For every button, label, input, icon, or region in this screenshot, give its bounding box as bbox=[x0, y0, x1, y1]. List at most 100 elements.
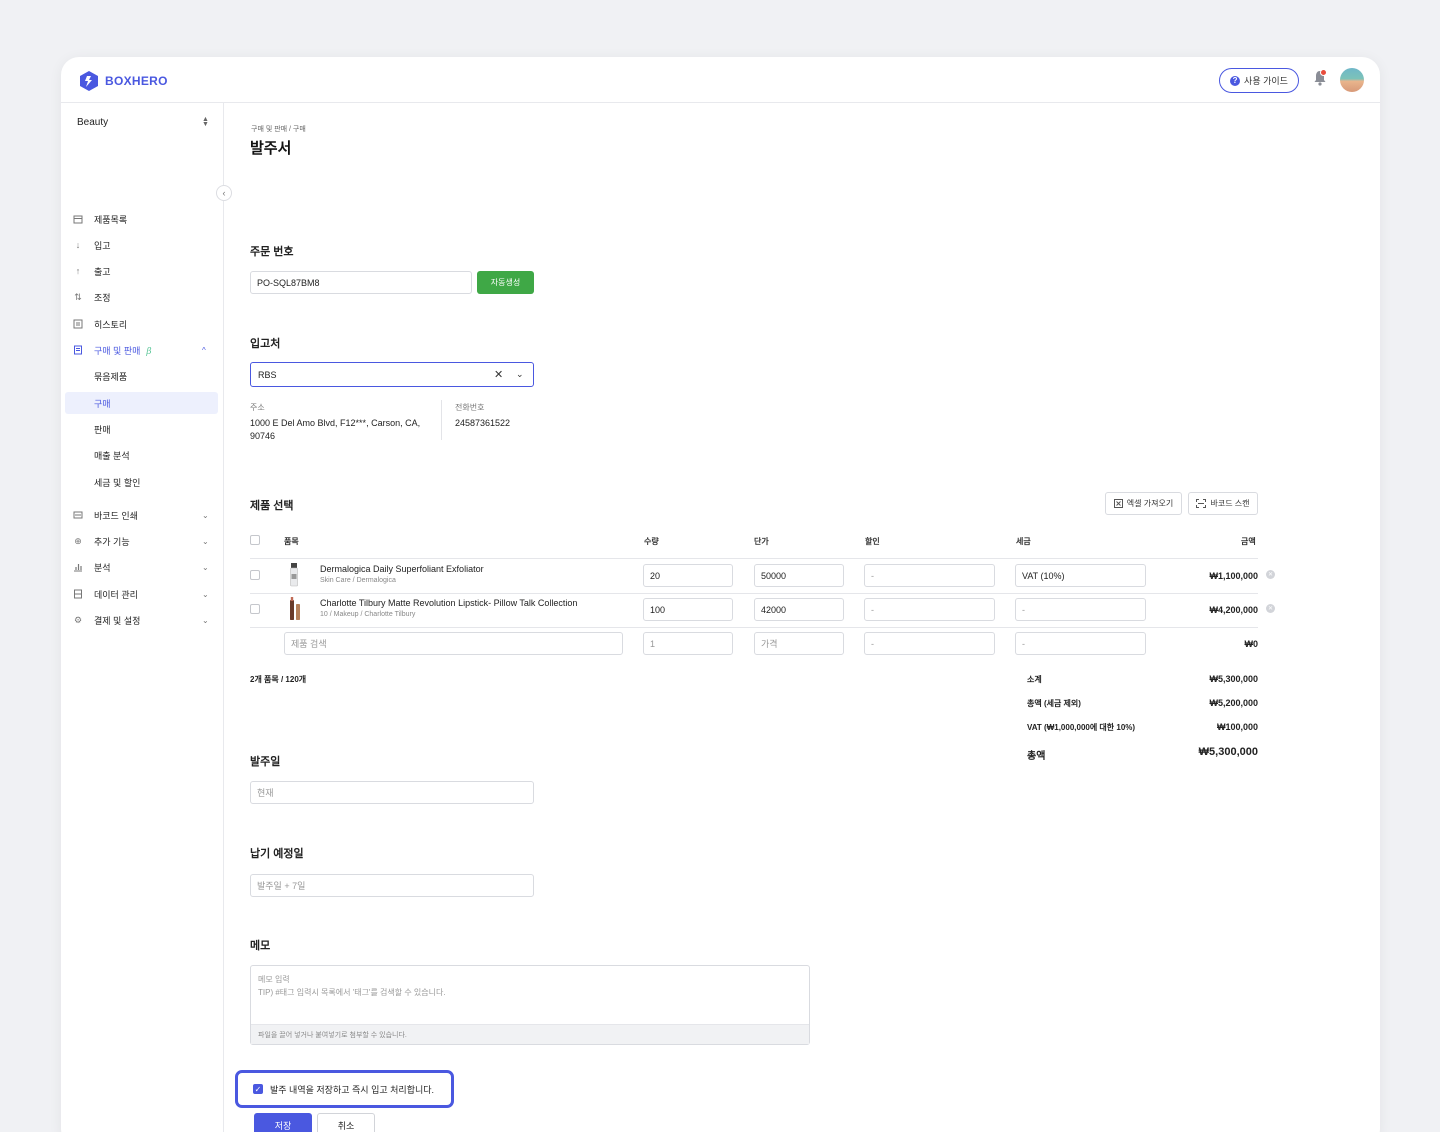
column-header-tax: 세금 bbox=[1016, 537, 1031, 546]
qty-value: 100 bbox=[650, 604, 666, 615]
search-placeholder: 제품 검색 bbox=[291, 639, 327, 649]
workspace-select[interactable]: Beauty bbox=[77, 117, 209, 131]
sidebar-item-label: 구매 및 판매 β bbox=[94, 345, 152, 357]
sidebar-item-billing-settings[interactable]: ⚙ 결제 및 설정 ⌄ bbox=[65, 609, 218, 631]
order-number-label: 주문 번호 bbox=[250, 246, 294, 258]
sidebar-item-label: 세금 및 할인 bbox=[94, 477, 141, 488]
logo[interactable]: BOXHERO bbox=[79, 70, 168, 92]
database-icon bbox=[73, 589, 83, 599]
order-date-input[interactable]: 현재 bbox=[250, 781, 534, 804]
immediate-inbound-option[interactable]: ✓ 발주 내역을 저장하고 즉시 입고 처리합니다. bbox=[235, 1070, 454, 1108]
memo-textarea[interactable]: 메모 입력 TIP) #태그 입력시 목록에서 '태그'를 검색할 수 있습니다… bbox=[250, 965, 810, 1045]
page-title: 발주서 bbox=[250, 140, 292, 157]
sidebar-item-products[interactable]: 제품목록 bbox=[65, 208, 218, 230]
excel-import-button[interactable]: 엑셀 가져오기 bbox=[1105, 492, 1182, 515]
product-thumbnail bbox=[290, 563, 298, 587]
chevron-down-icon: ⌄ bbox=[202, 536, 209, 546]
tax-select[interactable]: - bbox=[1015, 632, 1146, 655]
cancel-button[interactable]: 취소 bbox=[317, 1113, 375, 1132]
row-checkbox[interactable] bbox=[250, 604, 260, 614]
discount-select[interactable]: - bbox=[864, 632, 995, 655]
memo-attach-hint[interactable]: 파일을 끌어 넣거나 붙여넣기로 첨부할 수 있습니다. bbox=[251, 1024, 809, 1044]
question-icon: ? bbox=[1230, 75, 1241, 86]
order-number-value: PO-SQL87BM8 bbox=[257, 277, 320, 288]
sidebar-item-data-management[interactable]: 데이터 관리 ⌄ bbox=[65, 583, 218, 605]
auto-generate-button[interactable]: 자동생성 bbox=[477, 271, 534, 294]
table-row: Charlotte Tilbury Matte Revolution Lipst… bbox=[320, 598, 577, 618]
column-header-qty: 수량 bbox=[644, 537, 659, 546]
qty-input[interactable]: 1 bbox=[643, 632, 733, 655]
check-icon[interactable]: ✓ bbox=[253, 1084, 263, 1094]
subtotal-value: ₩5,300,000 bbox=[1209, 674, 1258, 684]
sidebar-item-label: 매출 분석 bbox=[94, 450, 130, 461]
row-checkbox[interactable] bbox=[250, 570, 260, 580]
select-arrows-icon: ▲ ▼ bbox=[202, 116, 209, 128]
sidebar-item-addons[interactable]: ⊕ 추가 기능 ⌄ bbox=[65, 530, 218, 552]
sidebar-item-label: 추가 기능 bbox=[94, 536, 130, 547]
tax-value: - bbox=[1022, 638, 1025, 649]
qty-input[interactable]: 100 bbox=[643, 598, 733, 621]
barcode-scan-button[interactable]: 바코드 스캔 bbox=[1188, 492, 1258, 515]
memo-label: 메모 bbox=[250, 940, 271, 952]
swap-icon: ⇅ bbox=[74, 292, 82, 302]
tax-select[interactable]: - bbox=[1015, 598, 1146, 621]
sidebar-item-label: 구매 bbox=[94, 398, 111, 409]
gear-icon: ⚙ bbox=[73, 615, 83, 625]
app-window: BOXHERO ? 사용 가이드 Beauty ▲ ▼ 제품목록 ↓ 입고 ↑ … bbox=[61, 57, 1380, 1132]
divider bbox=[250, 627, 1258, 628]
sidebar: Beauty ▲ ▼ 제품목록 ↓ 입고 ↑ 출고 ⇅ 조정 히스토리 구매 및… bbox=[61, 103, 224, 1132]
sidebar-item-analytics[interactable]: 분석 ⌄ bbox=[65, 556, 218, 578]
sidebar-collapse-button[interactable]: ‹ bbox=[216, 185, 232, 201]
chevron-down-icon[interactable]: ⌄ bbox=[516, 369, 524, 380]
phone-label: 전화번호 bbox=[455, 403, 485, 412]
clear-icon[interactable]: ✕ bbox=[494, 368, 503, 381]
select-all-checkbox[interactable] bbox=[250, 535, 260, 545]
sidebar-item-label: 제품목록 bbox=[94, 214, 128, 225]
row-amount: ₩0 bbox=[1244, 639, 1259, 649]
product-search-input[interactable]: 제품 검색 bbox=[284, 632, 623, 655]
sidebar-item-purchase[interactable]: 구매 bbox=[65, 392, 218, 414]
sidebar-item-barcode-print[interactable]: 바코드 인쇄 ⌄ bbox=[65, 504, 218, 526]
pretax-value: ₩5,200,000 bbox=[1209, 698, 1258, 708]
sidebar-item-sales-analysis[interactable]: 매출 분석 bbox=[65, 444, 218, 466]
sidebar-item-bundles[interactable]: 묶음제품 bbox=[65, 365, 218, 387]
supplier-value: RBS bbox=[258, 369, 277, 380]
price-input[interactable]: 50000 bbox=[754, 564, 844, 587]
sidebar-item-label: 출고 bbox=[94, 266, 111, 277]
price-input[interactable]: 42000 bbox=[754, 598, 844, 621]
remove-row-icon[interactable]: ✕ bbox=[1266, 604, 1275, 613]
scan-icon bbox=[1196, 499, 1207, 508]
sidebar-item-tax-discount[interactable]: 세금 및 할인 bbox=[65, 471, 218, 493]
discount-value: - bbox=[871, 604, 874, 615]
chevron-down-icon: ⌄ bbox=[202, 615, 209, 625]
sidebar-item-inbound[interactable]: ↓ 입고 bbox=[65, 234, 218, 256]
sidebar-item-adjust[interactable]: ⇅ 조정 bbox=[65, 286, 218, 308]
qty-input[interactable]: 20 bbox=[643, 564, 733, 587]
delivery-date-input[interactable]: 발주일 + 7일 bbox=[250, 874, 534, 897]
box-icon bbox=[73, 214, 83, 224]
product-name: Dermalogica Daily Superfoliant Exfoliato… bbox=[320, 564, 484, 574]
supplier-select[interactable]: RBS ✕ ⌄ bbox=[250, 362, 534, 387]
avatar[interactable] bbox=[1340, 68, 1364, 92]
notification-badge bbox=[1320, 69, 1327, 76]
user-guide-button[interactable]: ? 사용 가이드 bbox=[1219, 68, 1299, 93]
tax-value: VAT (10%) bbox=[1022, 570, 1065, 581]
total-value: ₩5,300,000 bbox=[1198, 746, 1258, 758]
remove-row-icon[interactable]: ✕ bbox=[1266, 570, 1275, 579]
barcode-icon bbox=[73, 510, 83, 520]
sidebar-item-purchase-sales[interactable]: 구매 및 판매 β ^ bbox=[65, 339, 218, 361]
discount-value: - bbox=[871, 638, 874, 649]
vat-label: VAT (₩1,000,000에 대한 10%) bbox=[1027, 723, 1136, 732]
tax-select[interactable]: VAT (10%) bbox=[1015, 564, 1146, 587]
sidebar-item-sales[interactable]: 판매 bbox=[65, 418, 218, 440]
price-input[interactable]: 가격 bbox=[754, 632, 844, 655]
discount-select[interactable]: - bbox=[864, 598, 995, 621]
discount-select[interactable]: - bbox=[864, 564, 995, 587]
total-label: 총액 bbox=[1027, 751, 1046, 762]
boxhero-logo-icon bbox=[80, 71, 98, 91]
sidebar-item-outbound[interactable]: ↑ 출고 bbox=[65, 260, 218, 282]
delivery-date-placeholder: 발주일 + 7일 bbox=[257, 881, 306, 891]
sidebar-item-history[interactable]: 히스토리 bbox=[65, 313, 218, 335]
order-number-input[interactable]: PO-SQL87BM8 bbox=[250, 271, 472, 294]
save-button[interactable]: 저장 bbox=[254, 1113, 312, 1132]
